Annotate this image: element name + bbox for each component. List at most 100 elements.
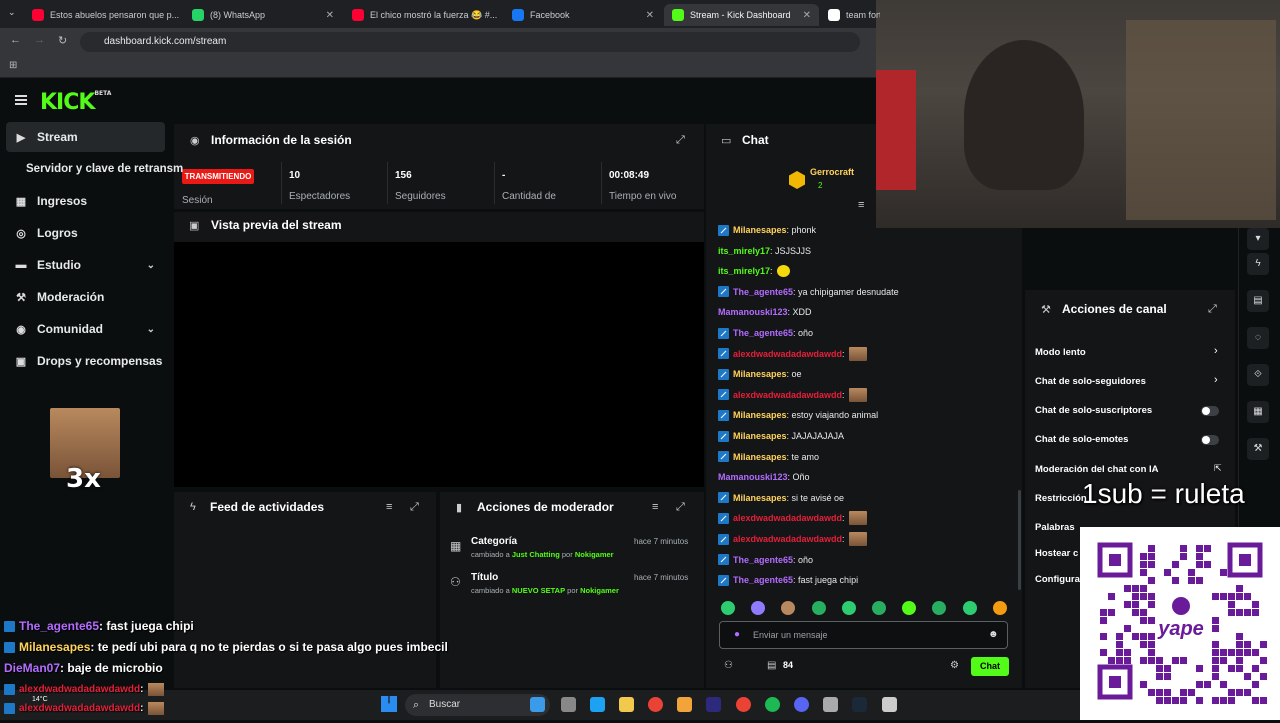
chat-username[interactable]: Milanesapes [733,431,787,441]
expand-icon[interactable]: ⤢ [676,134,685,147]
chat-username[interactable]: alexdwadwadadawdawdd [733,534,842,544]
mod-action-user[interactable]: Nokigamer [575,550,614,559]
chat-username[interactable]: Milanesapes [733,493,787,503]
discord-icon[interactable] [794,697,809,712]
chat-username[interactable]: Milanesapes [733,410,787,420]
browser-tab[interactable]: team fort [820,4,880,26]
apps-grid-icon[interactable]: ⊞ [9,60,17,71]
folder-icon[interactable] [677,697,692,712]
sidebar-item[interactable]: ▣ Drops y recompensas [6,346,165,376]
chat-bubble-icon[interactable]: ◌ [1247,327,1269,349]
broadcast-icon[interactable]: ⟐ [1247,364,1269,386]
chat-username[interactable]: Milanesapes [733,452,787,462]
channel-action-label[interactable]: Restricción [1035,493,1087,504]
chevron-down-icon[interactable]: ⌄ [147,324,155,335]
quick-emote-icon[interactable] [811,601,826,615]
sidebar-item[interactable]: ◎ Logros [6,218,165,248]
chat-username[interactable]: The_agente65 [733,575,793,585]
quick-emote-icon[interactable] [962,601,977,615]
chat-input[interactable]: ● Enviar un mensaje ☻ [719,621,1008,649]
channel-action-label[interactable]: Hostear c [1035,548,1078,559]
edge-icon[interactable] [590,697,605,712]
taskview-icon[interactable] [561,697,576,712]
channel-action-label[interactable]: Modo lento [1035,347,1086,358]
sidebar-item[interactable]: ▦ Ingresos [6,186,165,216]
channel-action-label[interactable]: Moderación del chat con IA [1035,464,1159,475]
toolbar-icon[interactable]: ▾ [1247,228,1269,250]
app-icon[interactable] [882,697,897,712]
chat-username[interactable]: its_mirely17 [718,246,770,256]
back-icon[interactable]: ← [10,34,21,46]
browser-tab[interactable]: Facebook ✕ [504,4,662,26]
lightning-icon[interactable]: ϟ [1247,253,1269,275]
browser-tab[interactable]: Stream - Kick Dashboard ✕ [664,4,819,26]
quick-emote-icon[interactable] [841,601,856,615]
filter-icon[interactable]: ≡ [652,501,658,513]
settings-people-icon[interactable]: ⚇ [724,660,733,671]
chat-username[interactable]: alexdwadwadadawdawdd [733,513,842,523]
sidebar-item[interactable]: ⚒ Moderación [6,282,165,312]
channel-action-label[interactable]: Chat de solo-suscriptores [1035,405,1152,416]
close-tab-icon[interactable]: ✕ [803,10,811,21]
sidebar-item[interactable]: ◉ Comunidad ⌄ [6,314,165,344]
printer-icon[interactable]: ▦ [1247,401,1269,423]
chat-username[interactable]: Mamanouski123 [718,472,788,482]
forward-icon[interactable]: → [34,34,45,46]
kick-logo[interactable]: KICKBETA [40,90,111,115]
filter-icon[interactable]: ≡ [386,501,392,513]
chat-scrollbar[interactable] [1018,490,1021,590]
spotify-icon[interactable] [765,697,780,712]
chat-username[interactable]: Mamanouski123 [718,307,788,317]
obs-icon[interactable] [823,697,838,712]
toggle-switch[interactable] [1201,406,1219,416]
reload-icon[interactable]: ↻ [58,34,67,47]
chat-send-button[interactable]: Chat [971,657,1009,676]
chat-username[interactable]: Milanesapes [733,369,787,379]
chat-username[interactable]: Milanesapes [733,225,787,235]
expand-icon[interactable]: ⤢ [410,501,419,514]
expand-icon[interactable]: ⤢ [676,501,685,514]
chat-username[interactable]: alexdwadwadadawdawdd [733,349,842,359]
browser-tab[interactable]: Estos abuelos pensaron que p...✕ [24,4,182,26]
quick-emote-icon[interactable] [721,601,735,615]
sidebar-item[interactable]: Servidor y clave de retransm [6,154,183,184]
premiere-icon[interactable] [706,697,721,712]
channel-action-label[interactable]: Chat de solo-emotes [1035,434,1128,445]
channel-action-label[interactable]: Palabras [1035,522,1075,533]
taskbar-search[interactable]: ⌕ Buscar [405,694,550,716]
url-field[interactable]: dashboard.kick.com/stream [80,32,860,52]
browser-tab[interactable]: (8) WhatsApp ✕ [184,4,342,26]
wrench-icon[interactable]: ⚒ [1247,438,1269,460]
chevron-right-icon[interactable]: › [1214,374,1218,386]
file-icon[interactable] [530,697,545,712]
emoji-icon[interactable]: ☻ [988,629,999,640]
quick-emote-icon[interactable] [992,601,1007,615]
store-icon[interactable] [619,697,634,712]
quick-emote-icon[interactable] [872,601,886,615]
menu-icon[interactable] [15,95,27,105]
toggle-switch[interactable] [1201,435,1219,445]
chat-username[interactable]: its_mirely17 [718,266,770,276]
collapse-icon[interactable]: ≡ [858,199,864,211]
chat-username[interactable]: The_agente65 [733,328,793,338]
steam-icon[interactable] [852,697,867,712]
external-link-icon[interactable]: ⇱ [1214,463,1222,474]
close-tab-icon[interactable]: ✕ [326,10,334,21]
chat-username[interactable]: The_agente65 [733,555,793,565]
gear-icon[interactable]: ⚙ [950,660,959,671]
chat-username[interactable]: The_agente65 [733,287,793,297]
channel-action-label[interactable]: Chat de solo-seguidores [1035,376,1146,387]
chat-username[interactable]: alexdwadwadadawdawdd [733,390,842,400]
chrome-icon[interactable] [648,697,663,712]
clipboard-icon[interactable]: ▤ [1247,290,1269,312]
sidebar-item[interactable]: ▬ Estudio ⌄ [6,250,165,280]
tab-list-icon[interactable]: ⌄ [8,7,16,18]
chevron-right-icon[interactable]: › [1214,345,1218,357]
channel-action-label[interactable]: Configura [1035,574,1080,585]
sidebar-item[interactable]: ▶ Stream [6,122,165,152]
expand-icon[interactable]: ⤢ [1208,303,1217,316]
chrome-icon[interactable] [736,697,751,712]
chevron-down-icon[interactable]: ⌄ [147,260,155,271]
close-tab-icon[interactable]: ✕ [646,10,654,21]
mod-action-user[interactable]: Nokigamer [580,586,619,595]
